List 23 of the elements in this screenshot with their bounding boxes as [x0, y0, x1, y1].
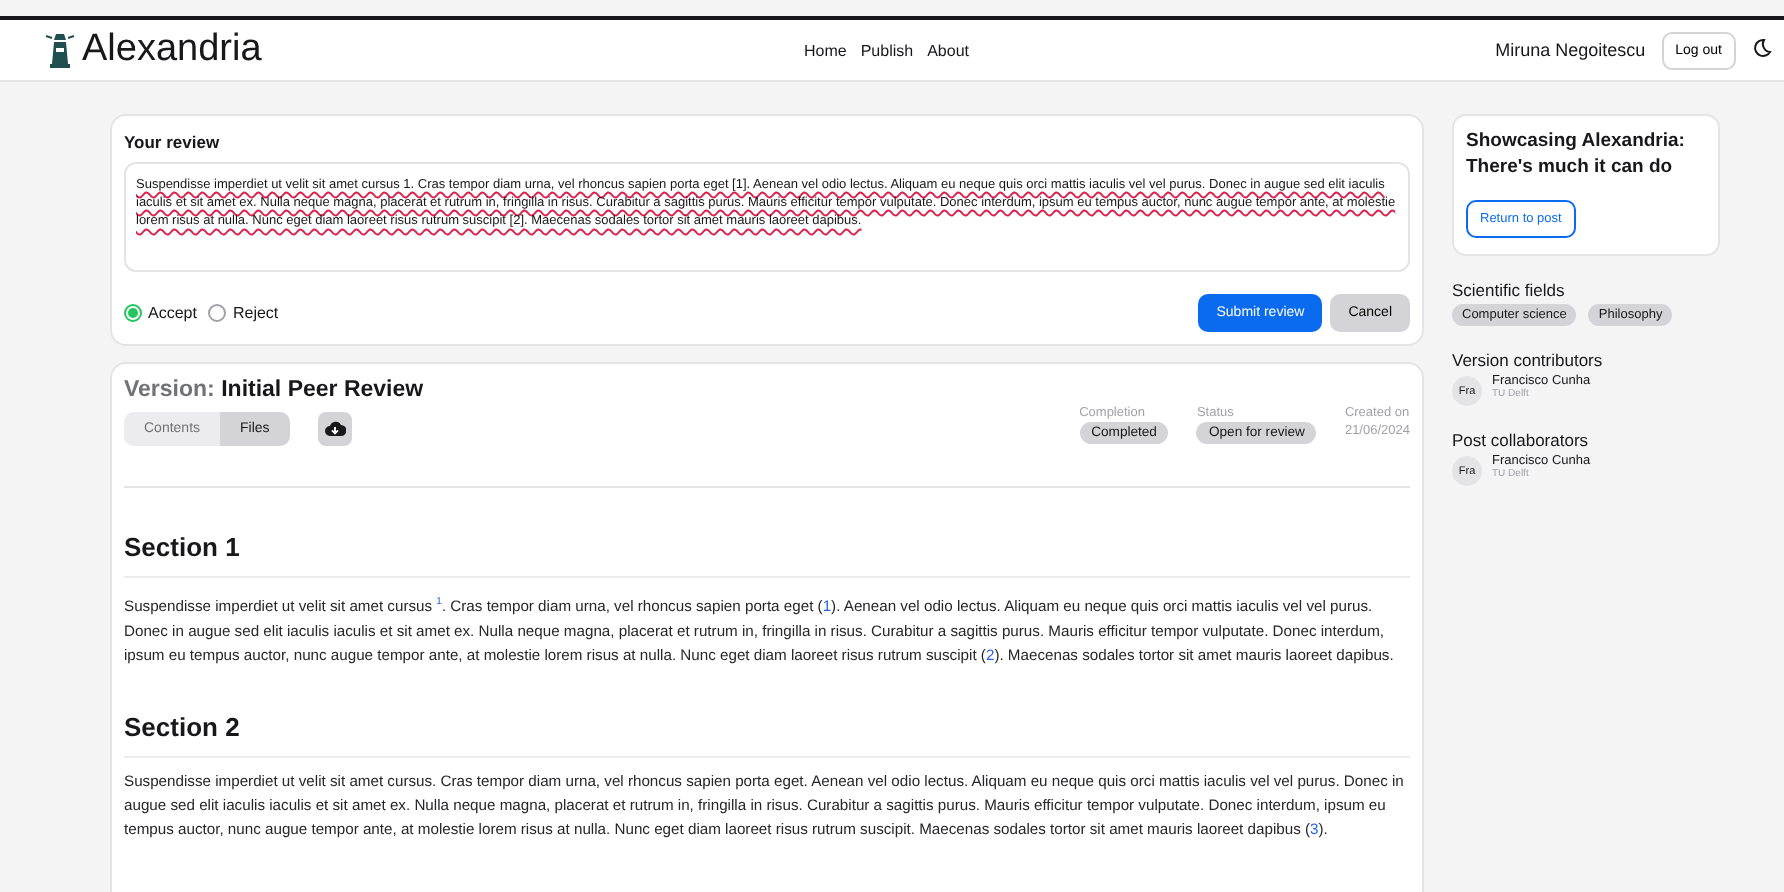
user-name: Miruna Negoitescu	[1495, 40, 1646, 60]
radio-label: Accept	[148, 304, 197, 322]
footnote-link[interactable]: 1	[436, 596, 442, 608]
review-title: Your review	[124, 132, 222, 152]
nav-link[interactable]: Publish	[860, 41, 914, 59]
nav-link[interactable]: About	[927, 41, 969, 59]
fields-title: Scientific fields	[1452, 280, 1567, 300]
post-title: Showcasing Alexandria: There's much it can do	[1466, 128, 1687, 180]
version-name: Initial Peer Review	[221, 378, 424, 402]
brand-name: Alexandria	[82, 28, 262, 72]
section-heading: Section 1	[124, 532, 1410, 578]
moon-icon[interactable]	[1752, 38, 1772, 58]
group-title: Version contributors	[1452, 350, 1605, 370]
cloud-download-icon	[323, 420, 346, 438]
lighthouse-icon	[44, 32, 76, 68]
radio-label: Reject	[232, 304, 279, 322]
radio-button[interactable]	[208, 304, 227, 322]
section-heading: Section 2	[124, 711, 1410, 758]
group-title: Post collaborators	[1452, 430, 1591, 450]
radio-button[interactable]	[124, 304, 142, 322]
version-label: Version:	[124, 378, 215, 402]
nav-link[interactable]: Home	[804, 41, 847, 59]
download-button[interactable]	[317, 412, 352, 446]
